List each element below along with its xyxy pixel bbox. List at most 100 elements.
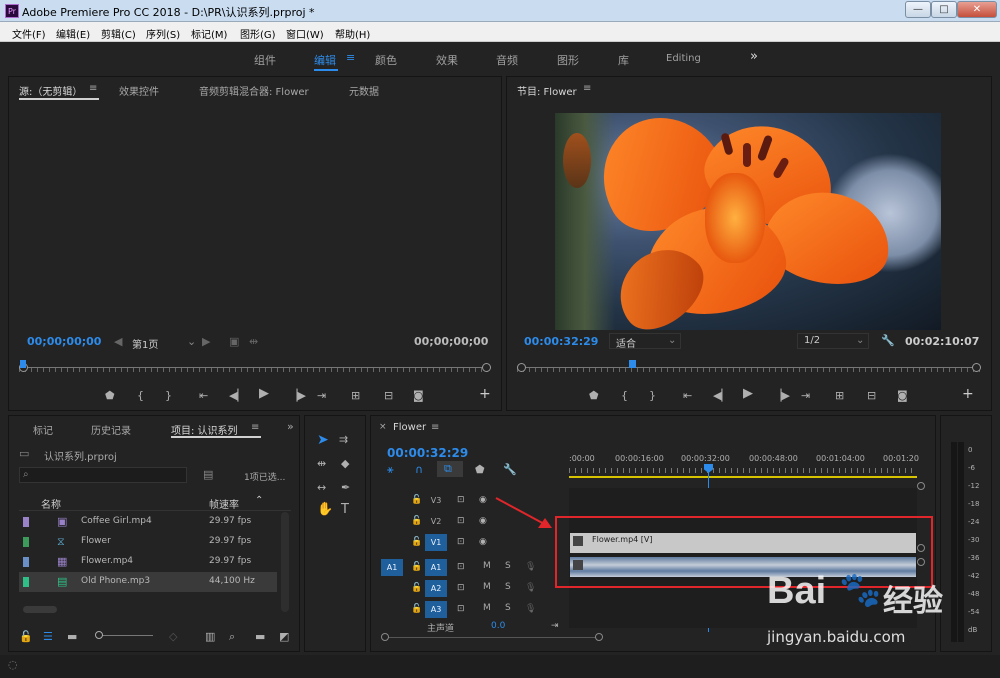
hand-tool-icon[interactable]: ✋ <box>317 503 333 516</box>
solo-button[interactable]: S <box>505 603 511 613</box>
workspace-editing[interactable]: 编辑 <box>314 52 336 68</box>
source-playhead[interactable] <box>20 360 26 368</box>
project-item-row[interactable]: ▣ Coffee Girl.mp4 29.97 fps <box>19 512 277 532</box>
master-volume-value[interactable]: 0.0 <box>491 621 505 631</box>
menu-window[interactable]: 窗口(W) <box>286 26 324 41</box>
program-play-icon[interactable]: ▶ <box>743 387 753 400</box>
selection-tool-icon[interactable]: ➤ <box>317 433 329 447</box>
project-item-row[interactable]: ⧖ Flower 29.97 fps <box>19 532 277 552</box>
menu-edit[interactable]: 编辑(E) <box>56 26 90 41</box>
timeline-menu-icon[interactable]: ≡ <box>431 422 439 433</box>
workspace-libraries[interactable]: 库 <box>618 52 629 68</box>
sort-icon[interactable]: ◇ <box>169 631 177 643</box>
close-button[interactable]: ✕ <box>957 1 997 18</box>
overwrite-icon[interactable]: ⊟ <box>384 390 393 402</box>
work-area-bar[interactable] <box>569 476 917 478</box>
mark-out-icon[interactable]: } <box>165 390 172 402</box>
slip-tool-icon[interactable]: ↔ <box>317 482 326 494</box>
sort-ascending-icon[interactable]: ⌃ <box>255 495 263 506</box>
play-icon[interactable]: ▶ <box>259 387 269 400</box>
workspace-overflow-icon[interactable]: » <box>750 49 758 64</box>
program-button-editor-icon[interactable]: + <box>962 387 974 401</box>
workspace-graphics[interactable]: 图形 <box>557 52 579 68</box>
icon-view-icon[interactable]: ▬ <box>67 631 77 643</box>
button-editor-icon[interactable]: + <box>479 387 491 401</box>
new-bin-icon[interactable]: ▬ <box>255 631 265 643</box>
solo-button[interactable]: S <box>505 582 511 592</box>
menu-sequence[interactable]: 序列(S) <box>146 26 180 41</box>
zoom-slider[interactable] <box>97 635 153 636</box>
lift-icon[interactable]: ⊞ <box>835 390 844 402</box>
maximize-button[interactable]: □ <box>931 1 957 18</box>
linked-selection-button[interactable]: ⧉ <box>437 461 463 477</box>
prev-page-icon[interactable]: ◀ <box>114 336 122 348</box>
column-frame-rate[interactable]: 帧速率 <box>209 496 239 511</box>
program-step-back-icon[interactable]: ◀▏ <box>713 390 730 402</box>
toggle-output-eye-icon[interactable]: ◉ <box>479 536 487 548</box>
track-lock-icon[interactable]: 🔓 <box>411 561 422 573</box>
voice-over-mic-icon[interactable]: 🎙 <box>525 561 536 573</box>
label-color-swatch[interactable] <box>23 557 29 567</box>
mute-button[interactable]: M <box>483 603 491 613</box>
project-search-input[interactable]: ⌕ <box>19 467 187 483</box>
timeline-settings-wrench-icon[interactable]: 🔧 <box>503 464 517 476</box>
program-timecode[interactable]: 00:00:32:29 <box>524 335 598 348</box>
project-menu-icon[interactable]: ≡ <box>251 422 259 433</box>
sync-lock-icon[interactable]: ⊡ <box>457 494 465 506</box>
tab-source[interactable]: 源:（无剪辑） <box>19 83 82 98</box>
menu-graphics[interactable]: 图形(G) <box>240 26 276 41</box>
track-target-v1[interactable]: V1 <box>425 534 447 551</box>
track-target-a1[interactable]: A1 <box>425 559 447 576</box>
sync-lock-icon[interactable]: ⊡ <box>457 603 465 615</box>
mark-in-icon[interactable]: { <box>137 390 144 402</box>
track-target-a2[interactable]: A2 <box>425 580 447 597</box>
mute-button[interactable]: M <box>483 561 491 571</box>
transport-extra-icon[interactable]: ⇹ <box>249 336 258 348</box>
track-target-v3[interactable]: V3 <box>425 492 447 509</box>
program-playhead[interactable] <box>629 360 636 368</box>
program-go-to-out-icon[interactable]: ⇥ <box>801 390 810 402</box>
find-icon[interactable]: ⌕ <box>229 631 235 643</box>
razor-tool-icon[interactable]: ◆ <box>341 458 349 470</box>
add-marker-icon[interactable]: ⬟ <box>105 390 115 402</box>
source-patch-a1[interactable]: A1 <box>381 559 403 576</box>
workspace-menu-icon[interactable]: ≡ <box>346 51 355 64</box>
page-select[interactable]: 第1页 <box>132 336 158 351</box>
step-forward-icon[interactable]: ▕▶ <box>289 390 306 402</box>
safe-margins-icon[interactable]: ▣ <box>229 336 239 348</box>
horizontal-zoom-handle[interactable] <box>595 633 603 641</box>
tab-source-menu-icon[interactable]: ≡ <box>89 83 97 94</box>
track-select-tool-icon[interactable]: ⇉ <box>339 434 348 446</box>
track-target-a3[interactable]: A3 <box>425 601 447 618</box>
settings-wrench-icon[interactable]: 🔧 <box>881 335 895 347</box>
lock-icon[interactable]: 🔓 <box>19 631 33 643</box>
mute-button[interactable]: M <box>483 582 491 592</box>
insert-icon[interactable]: ⊞ <box>351 390 360 402</box>
project-item-row-selected[interactable]: ▤ Old Phone.mp3 44,100 Hz <box>19 572 277 592</box>
go-to-out-icon[interactable]: ⇥ <box>317 390 326 402</box>
sync-lock-icon[interactable]: ⊡ <box>457 515 465 527</box>
timeline-add-marker-icon[interactable]: ⬟ <box>475 464 485 476</box>
next-page-icon[interactable]: ▶ <box>202 336 210 348</box>
program-export-frame-icon[interactable]: ◙ <box>897 390 908 402</box>
track-target-v2[interactable]: V2 <box>425 513 447 530</box>
new-search-bin-icon[interactable]: ▤ <box>203 469 213 481</box>
tab-timeline-flower[interactable]: Flower <box>393 422 426 433</box>
label-color-swatch[interactable] <box>23 537 29 547</box>
project-item-row[interactable]: ▦ Flower.mp4 29.97 fps <box>19 552 277 572</box>
close-sequence-icon[interactable]: × <box>379 422 387 432</box>
program-in-handle[interactable] <box>517 363 526 372</box>
menu-help[interactable]: 帮助(H) <box>335 26 370 41</box>
project-horizontal-scrollbar[interactable] <box>23 606 57 613</box>
solo-button[interactable]: S <box>505 561 511 571</box>
track-lock-icon[interactable]: 🔓 <box>411 515 422 527</box>
resolution-select[interactable]: 1/2 ⌄ <box>797 333 869 349</box>
pen-tool-icon[interactable]: ✒ <box>341 482 350 494</box>
program-out-handle[interactable] <box>972 363 981 372</box>
sync-lock-icon[interactable]: ⊡ <box>457 561 465 573</box>
step-back-icon[interactable]: ◀▏ <box>229 390 246 402</box>
tab-effect-controls[interactable]: 效果控件 <box>119 83 159 98</box>
go-to-in-icon[interactable]: ⇤ <box>199 390 208 402</box>
sync-lock-icon[interactable]: ⊡ <box>457 536 465 548</box>
program-mark-out-icon[interactable]: } <box>649 390 656 402</box>
